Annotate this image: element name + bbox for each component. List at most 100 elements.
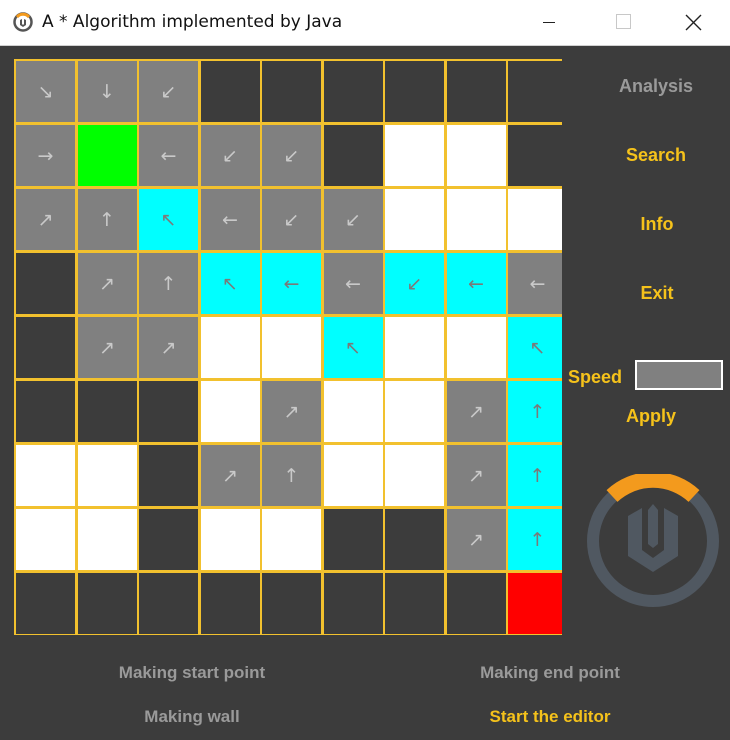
visited-cell[interactable]: ↑ [139, 253, 198, 314]
wall-cell[interactable] [139, 445, 198, 506]
start-editor-button[interactable]: Start the editor [430, 707, 670, 727]
path-cell[interactable]: ↖ [200, 253, 260, 314]
path-cell[interactable]: ↖ [323, 317, 383, 378]
wall-cell[interactable] [323, 509, 383, 570]
wall-cell[interactable] [16, 573, 75, 634]
open-cell[interactable] [446, 125, 506, 186]
visited-cell[interactable]: ↗ [200, 445, 260, 506]
pathfinding-grid[interactable]: ↘ ↓ ↙ → ← ↙ ↙ ↗ ↑ ↖ ← ↙ ↙ ↗ ↑ ↖ ← ← ↙ ← ← ↗ ↗ ↖ ↖ ↗ ↗ ↑ ↗ ↑ ↗ ↑ ↗ ↑ [14, 59, 562, 635]
wall-cell[interactable] [77, 573, 137, 634]
wall-cell[interactable] [323, 125, 383, 186]
wall-cell[interactable] [385, 573, 444, 634]
wall-cell[interactable] [508, 125, 562, 186]
maximize-button[interactable] [594, 0, 654, 45]
visited-cell[interactable]: ← [200, 189, 260, 250]
wall-cell[interactable] [385, 509, 444, 570]
open-cell[interactable] [446, 317, 506, 378]
wall-cell[interactable] [262, 61, 321, 122]
start-cell[interactable] [77, 125, 137, 186]
open-cell[interactable] [77, 509, 137, 570]
visited-cell[interactable]: → [16, 125, 75, 186]
open-cell[interactable] [16, 509, 75, 570]
open-cell[interactable] [385, 381, 444, 442]
open-cell[interactable] [200, 381, 260, 442]
path-cell[interactable]: ↖ [139, 189, 198, 250]
exit-button[interactable]: Exit [597, 283, 717, 304]
wall-cell[interactable] [446, 61, 506, 122]
open-cell[interactable] [323, 445, 383, 506]
making-start-point-button[interactable]: Making start point [72, 663, 312, 683]
search-button[interactable]: Search [596, 145, 716, 166]
title-bar: A * Algorithm implemented by Java [0, 0, 730, 46]
open-cell[interactable] [385, 445, 444, 506]
visited-cell[interactable]: ↑ [77, 189, 137, 250]
window-title: A * Algorithm implemented by Java [42, 12, 343, 32]
visited-cell[interactable]: ↗ [446, 509, 506, 570]
open-cell[interactable] [262, 317, 321, 378]
open-cell[interactable] [77, 445, 137, 506]
info-button[interactable]: Info [597, 214, 717, 235]
path-cell[interactable]: ← [262, 253, 321, 314]
wall-cell[interactable] [323, 573, 383, 634]
path-cell[interactable]: ↙ [385, 253, 444, 314]
wall-cell[interactable] [16, 381, 75, 442]
visited-cell[interactable]: ↗ [262, 381, 321, 442]
open-cell[interactable] [16, 445, 75, 506]
visited-cell[interactable]: ↗ [139, 317, 198, 378]
wall-cell[interactable] [16, 253, 75, 314]
visited-cell[interactable]: ↓ [77, 61, 137, 122]
wall-cell[interactable] [77, 381, 137, 442]
open-cell[interactable] [508, 189, 562, 250]
path-cell[interactable]: ↑ [508, 445, 562, 506]
path-cell[interactable]: ← [446, 253, 506, 314]
open-cell[interactable] [262, 509, 321, 570]
open-cell[interactable] [385, 189, 444, 250]
visited-cell[interactable]: ↗ [446, 381, 506, 442]
wall-cell[interactable] [139, 381, 198, 442]
visited-cell[interactable]: ↙ [262, 125, 321, 186]
minimize-button[interactable] [520, 0, 580, 45]
open-cell[interactable] [385, 125, 444, 186]
visited-cell[interactable]: ← [139, 125, 198, 186]
close-button[interactable] [664, 0, 724, 45]
wall-cell[interactable] [323, 61, 383, 122]
path-cell[interactable]: ↑ [508, 509, 562, 570]
speed-input[interactable] [635, 360, 723, 390]
visited-cell[interactable]: ↙ [139, 61, 198, 122]
open-cell[interactable] [200, 317, 260, 378]
path-cell[interactable]: ↖ [508, 317, 562, 378]
visited-cell[interactable]: ↑ [262, 445, 321, 506]
wall-cell[interactable] [200, 573, 260, 634]
wall-cell[interactable] [508, 61, 562, 122]
open-cell[interactable] [385, 317, 444, 378]
open-cell[interactable] [323, 381, 383, 442]
wall-cell[interactable] [16, 317, 75, 378]
wall-cell[interactable] [446, 573, 506, 634]
wall-cell[interactable] [200, 61, 260, 122]
close-icon [685, 14, 702, 31]
visited-cell[interactable]: ↘ [16, 61, 75, 122]
visited-cell[interactable]: ↗ [446, 445, 506, 506]
path-cell[interactable]: ↑ [508, 381, 562, 442]
wall-cell[interactable] [262, 573, 321, 634]
visited-cell[interactable]: ← [508, 253, 562, 314]
wall-cell[interactable] [139, 573, 198, 634]
overwatch-logo-icon [587, 474, 719, 607]
visited-cell[interactable]: ↗ [77, 253, 137, 314]
visited-cell[interactable]: ↙ [262, 189, 321, 250]
apply-button[interactable]: Apply [591, 406, 711, 427]
speed-label: Speed [568, 367, 623, 387]
visited-cell[interactable]: ↙ [200, 125, 260, 186]
making-end-point-button[interactable]: Making end point [430, 663, 670, 683]
end-cell[interactable] [508, 573, 562, 634]
analysis-button[interactable]: Analysis [596, 76, 716, 97]
visited-cell[interactable]: ↙ [323, 189, 383, 250]
open-cell[interactable] [446, 189, 506, 250]
visited-cell[interactable]: ↗ [16, 189, 75, 250]
making-wall-button[interactable]: Making wall [72, 707, 312, 727]
open-cell[interactable] [200, 509, 260, 570]
wall-cell[interactable] [385, 61, 444, 122]
visited-cell[interactable]: ← [323, 253, 383, 314]
visited-cell[interactable]: ↗ [77, 317, 137, 378]
wall-cell[interactable] [139, 509, 198, 570]
